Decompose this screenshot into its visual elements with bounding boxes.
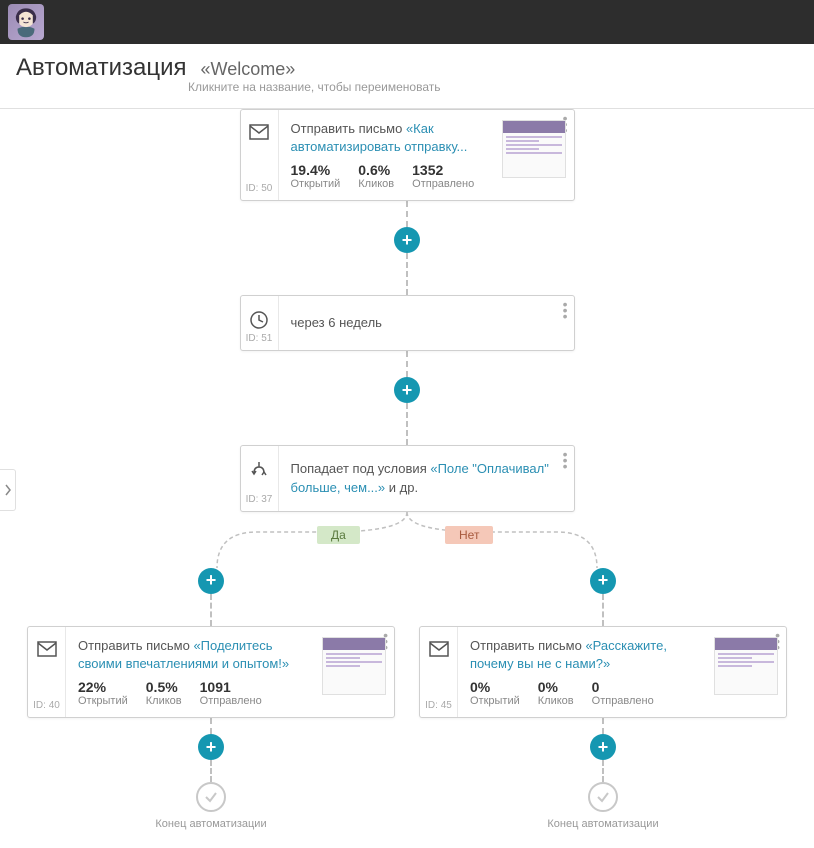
node-id: ID: 50 <box>246 183 273 194</box>
add-step-button[interactable]: + <box>394 377 420 403</box>
node-title: Отправить письмо «Как автоматизировать о… <box>291 120 494 156</box>
email-thumbnail <box>502 120 566 178</box>
email-thumbnail <box>322 637 386 695</box>
email-node-50[interactable]: ••• ID: 50 Отправить письмо «Как автомат… <box>240 109 575 201</box>
flow-name[interactable]: «Welcome» <box>201 59 296 80</box>
node-id: ID: 51 <box>246 333 273 344</box>
node-id: ID: 40 <box>33 700 60 711</box>
add-step-button[interactable]: + <box>590 734 616 760</box>
branch-no-label: Нет <box>445 526 493 544</box>
condition-node-37[interactable]: ••• ID: 37 Попадает под условия «Поле "О… <box>240 445 575 511</box>
mail-icon <box>37 641 57 660</box>
node-title: Отправить письмо «Поделитесь своими впеч… <box>78 637 314 673</box>
mail-icon <box>429 641 449 660</box>
topbar <box>0 0 814 44</box>
branch-yes-label: Да <box>317 526 360 544</box>
email-node-45[interactable]: ••• ID: 45 Отправить письмо «Расскажите,… <box>419 626 787 718</box>
condition-text: Попадает под условия «Поле "Оплачивал" б… <box>291 460 562 496</box>
email-thumbnail <box>714 637 778 695</box>
add-step-button[interactable]: + <box>198 568 224 594</box>
mail-icon <box>249 124 269 143</box>
node-id: ID: 45 <box>425 700 452 711</box>
sidebar-expand[interactable] <box>0 469 16 511</box>
rename-hint: Кликните на название, чтобы переименоват… <box>188 80 798 94</box>
avatar[interactable] <box>8 4 44 40</box>
end-icon <box>196 782 226 812</box>
email-node-40[interactable]: ••• ID: 40 Отправить письмо «Поделитесь … <box>27 626 395 718</box>
node-menu[interactable]: ••• <box>563 302 568 320</box>
branch-icon <box>250 460 268 483</box>
branch-split: Да Нет <box>27 512 787 568</box>
page-title: Автоматизация <box>16 54 187 82</box>
end-icon <box>588 782 618 812</box>
flow-canvas: ••• ID: 50 Отправить письмо «Как автомат… <box>0 109 814 848</box>
node-menu[interactable]: ••• <box>563 452 568 470</box>
delay-node-51[interactable]: ••• ID: 51 через 6 недель <box>240 295 575 351</box>
add-step-button[interactable]: + <box>394 227 420 253</box>
delay-text: через 6 недель <box>291 314 382 332</box>
node-title: Отправить письмо «Расскажите, почему вы … <box>470 637 706 673</box>
add-step-button[interactable]: + <box>590 568 616 594</box>
clock-icon <box>249 310 269 333</box>
node-id: ID: 37 <box>246 494 273 505</box>
add-step-button[interactable]: + <box>198 734 224 760</box>
page-header: Автоматизация «Welcome» Кликните на назв… <box>0 44 814 109</box>
